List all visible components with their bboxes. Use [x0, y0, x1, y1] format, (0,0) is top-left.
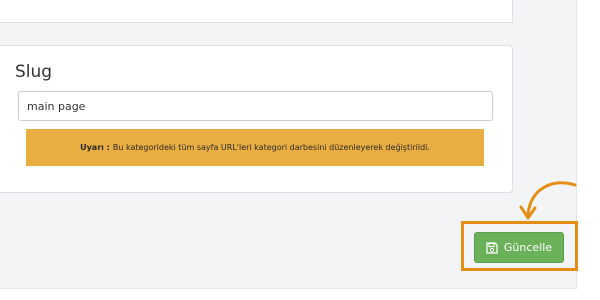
slug-input[interactable]: [18, 91, 493, 121]
update-button[interactable]: Güncelle: [474, 232, 564, 263]
warning-alert: Uyarı : Bu kategorideki tüm sayfa URL'le…: [26, 129, 484, 166]
warning-label: Uyarı :: [80, 143, 110, 152]
top-card: [0, 0, 513, 23]
warning-text: Bu kategorideki tüm sayfa URL'leri kateg…: [112, 143, 430, 152]
curved-arrow-icon: [519, 181, 577, 220]
update-button-label: Güncelle: [503, 241, 553, 254]
slug-title: Slug: [15, 62, 53, 82]
floppy-disk-icon: [486, 241, 498, 254]
